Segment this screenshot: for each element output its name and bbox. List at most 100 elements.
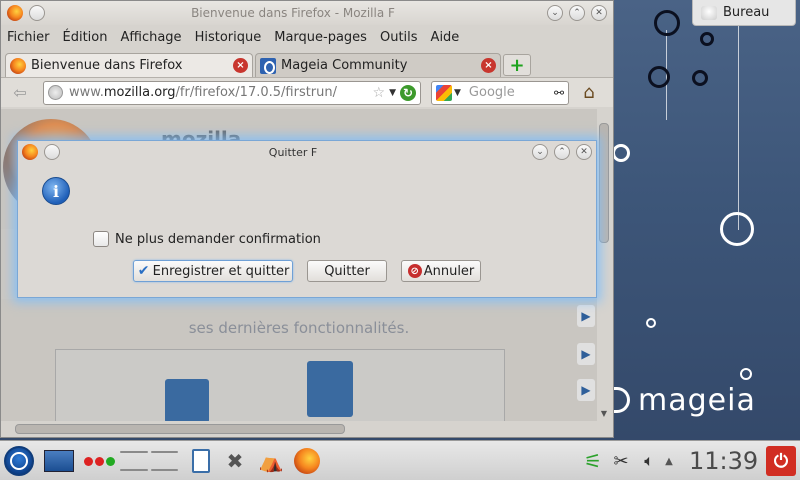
tooltip-label: Bureau bbox=[723, 5, 770, 20]
notes-icon[interactable] bbox=[186, 446, 216, 476]
window-titlebar[interactable]: Bienvenue dans Firefox - Mozilla F ⌄ ⌃ ✕ bbox=[1, 1, 613, 25]
cancel-button[interactable]: ⊘ Annuler bbox=[401, 260, 481, 282]
menu-affichage[interactable]: Affichage bbox=[120, 30, 181, 45]
checkbox-label[interactable]: Ne plus demander confirmation bbox=[115, 232, 321, 247]
activities-icon[interactable] bbox=[82, 455, 116, 467]
search-engine-dropdown-icon[interactable]: ▼ bbox=[454, 88, 461, 98]
quit-dialog: Quitter F ⌄ ⌃ ✕ i Ne plus demander confi… bbox=[17, 140, 597, 298]
search-placeholder: Google bbox=[468, 85, 515, 100]
confirm-checkbox[interactable] bbox=[93, 231, 109, 247]
search-bar[interactable]: ▼ Google ⚯ bbox=[431, 80, 569, 105]
installer-icon[interactable]: ⛺ bbox=[256, 446, 286, 476]
taskbar: ✖ ⛺ ⚟ ✂ 🔈︎ ▲ 11:39 ⏻ bbox=[0, 440, 800, 480]
mageia-icon bbox=[260, 57, 276, 74]
menu-fichier[interactable]: Fichier bbox=[7, 30, 50, 45]
url-bar[interactable]: www. mozilla.org/fr/firefox/17.0.5/firstr… bbox=[43, 80, 421, 105]
minimize-button[interactable]: ⌄ bbox=[532, 144, 548, 160]
wallpaper-ring bbox=[612, 144, 630, 162]
power-icon[interactable]: ⏻ bbox=[766, 446, 796, 476]
dialog-menu-button[interactable] bbox=[44, 144, 60, 160]
window-menu-button[interactable] bbox=[29, 5, 45, 21]
features-box bbox=[55, 349, 505, 421]
site-identity-icon[interactable] bbox=[48, 85, 63, 100]
new-tab-button[interactable]: + bbox=[503, 54, 531, 76]
scroll-thumb[interactable] bbox=[15, 424, 345, 434]
binoculars-icon[interactable]: ⚯ bbox=[554, 86, 564, 100]
google-icon[interactable] bbox=[436, 84, 452, 101]
desktop-3[interactable] bbox=[120, 469, 148, 472]
url-host: mozilla.org bbox=[103, 85, 176, 100]
minimize-button[interactable]: ⌄ bbox=[547, 5, 563, 21]
home-icon[interactable]: ⌂ bbox=[575, 81, 603, 105]
firefox-icon bbox=[7, 5, 23, 21]
menu-marque-pages[interactable]: Marque-pages bbox=[274, 30, 367, 45]
menu-historique[interactable]: Historique bbox=[195, 30, 262, 45]
show-desktop-icon[interactable] bbox=[44, 450, 74, 472]
bookmark-star-icon[interactable]: ☆ bbox=[373, 85, 386, 101]
navigation-toolbar: ⇦ www. mozilla.org/fr/firefox/17.0.5/firs… bbox=[1, 77, 613, 107]
info-icon: i bbox=[42, 177, 70, 205]
desktop-icon bbox=[701, 5, 717, 20]
clock[interactable]: 11:39 bbox=[689, 447, 758, 475]
carousel-arrow-icon[interactable]: ▶ bbox=[577, 379, 595, 401]
desktop-2[interactable] bbox=[150, 450, 178, 453]
url-path: /fr/firefox/17.0.5/firstrun/ bbox=[175, 85, 338, 100]
menu-outils[interactable]: Outils bbox=[380, 30, 418, 45]
wallpaper-ring bbox=[700, 32, 714, 46]
desktop-4[interactable] bbox=[150, 469, 178, 472]
tab-bar: Bienvenue dans Firefox × Mageia Communit… bbox=[1, 49, 613, 77]
history-dropdown-icon[interactable]: ▼ bbox=[389, 88, 396, 98]
window-title: Bienvenue dans Firefox - Mozilla F bbox=[191, 6, 395, 20]
tab-close-icon[interactable]: × bbox=[481, 58, 496, 73]
back-button[interactable]: ⇦ bbox=[5, 81, 35, 105]
wallpaper-ring bbox=[720, 212, 754, 246]
save-and-quit-button[interactable]: ✔ Enregistrer et quitter bbox=[133, 260, 293, 282]
scroll-thumb[interactable] bbox=[599, 123, 609, 243]
carousel-arrow-icon[interactable]: ▶ bbox=[577, 305, 595, 327]
pencil-icon bbox=[307, 361, 353, 417]
reload-icon[interactable]: ↻ bbox=[400, 84, 416, 101]
button-label: Enregistrer et quitter bbox=[152, 263, 290, 279]
confirm-checkbox-row[interactable]: Ne plus demander confirmation bbox=[93, 231, 321, 247]
quit-button[interactable]: Quitter bbox=[307, 260, 387, 282]
firefox-icon[interactable] bbox=[292, 446, 322, 476]
sync-icon bbox=[165, 379, 209, 421]
settings-icon[interactable]: ✖ bbox=[220, 446, 250, 476]
wallpaper-ring bbox=[654, 10, 680, 36]
tab-label: Bienvenue dans Firefox bbox=[31, 58, 183, 73]
carousel-arrow-icon[interactable]: ▶ bbox=[577, 343, 595, 365]
dialog-titlebar[interactable]: Quitter F ⌄ ⌃ ✕ bbox=[18, 141, 596, 163]
maximize-button[interactable]: ⌃ bbox=[569, 5, 585, 21]
url-prefix: www. bbox=[69, 85, 104, 100]
desktop-1[interactable] bbox=[120, 450, 148, 453]
tab-close-icon[interactable]: × bbox=[233, 58, 248, 73]
tab-label: Mageia Community bbox=[281, 58, 408, 73]
scroll-down-icon[interactable]: ▼ bbox=[599, 409, 609, 419]
button-label: Quitter bbox=[324, 263, 370, 279]
pager[interactable] bbox=[120, 444, 178, 478]
wifi-icon[interactable]: ⚟ bbox=[578, 446, 608, 476]
close-button[interactable]: ✕ bbox=[591, 5, 607, 21]
dialog-title: Quitter F bbox=[268, 145, 318, 159]
horizontal-scrollbar[interactable] bbox=[1, 421, 597, 437]
wallpaper-ring bbox=[740, 368, 752, 380]
features-text: ses dernières fonctionnalités. bbox=[188, 319, 410, 337]
firefox-icon bbox=[22, 144, 38, 160]
close-button[interactable]: ✕ bbox=[576, 144, 592, 160]
menu-aide[interactable]: Aide bbox=[431, 30, 460, 45]
firefox-icon bbox=[10, 57, 26, 74]
tray-expand-icon[interactable]: ▲ bbox=[660, 446, 678, 476]
tab-bienvenue[interactable]: Bienvenue dans Firefox × bbox=[5, 53, 253, 77]
wallpaper-line bbox=[738, 20, 739, 230]
wallpaper-ring bbox=[648, 66, 670, 88]
desktop-tooltip: Bureau bbox=[692, 0, 796, 26]
button-label: Annuler bbox=[423, 263, 475, 279]
tab-mageia-community[interactable]: Mageia Community × bbox=[255, 53, 501, 77]
clipboard-icon[interactable]: ✂ bbox=[606, 446, 636, 476]
menu-edition[interactable]: Édition bbox=[63, 30, 108, 45]
check-icon: ✔ bbox=[137, 263, 150, 279]
maximize-button[interactable]: ⌃ bbox=[554, 144, 570, 160]
cancel-icon: ⊘ bbox=[407, 264, 422, 278]
k-menu-icon[interactable] bbox=[4, 446, 34, 476]
vertical-scrollbar[interactable]: ▼ bbox=[597, 121, 611, 421]
